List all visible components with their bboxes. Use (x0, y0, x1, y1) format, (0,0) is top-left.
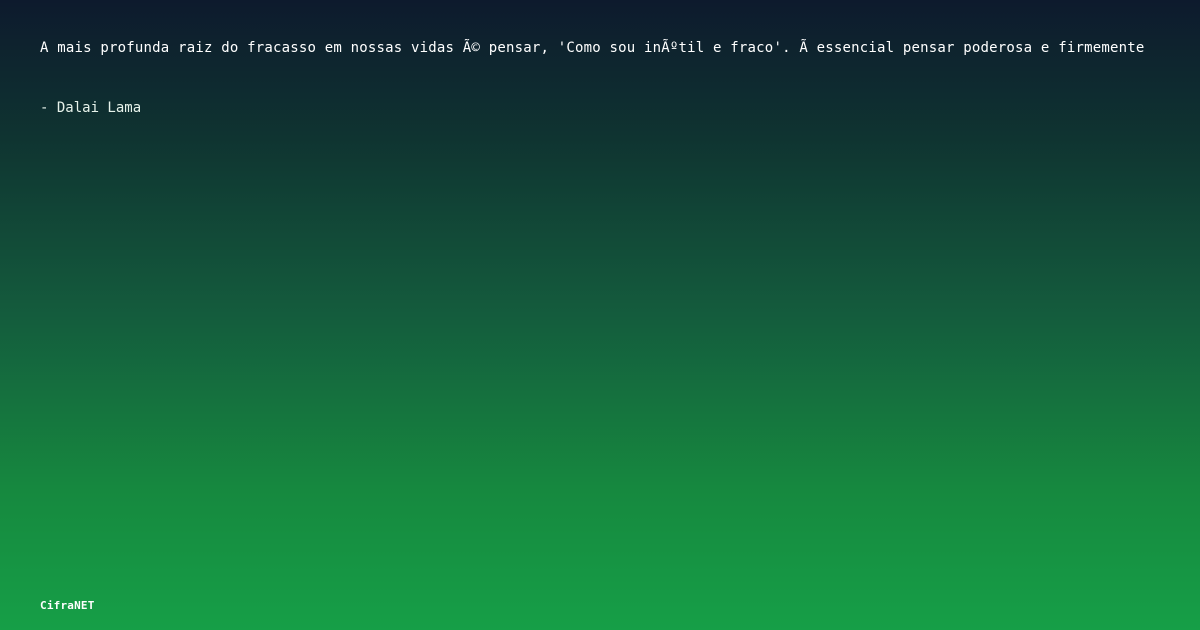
quote-text: A mais profunda raiz do fracasso em noss… (40, 40, 1145, 56)
brand-logo: CifraNET (40, 599, 95, 612)
quote-author: - Dalai Lama (40, 100, 142, 116)
